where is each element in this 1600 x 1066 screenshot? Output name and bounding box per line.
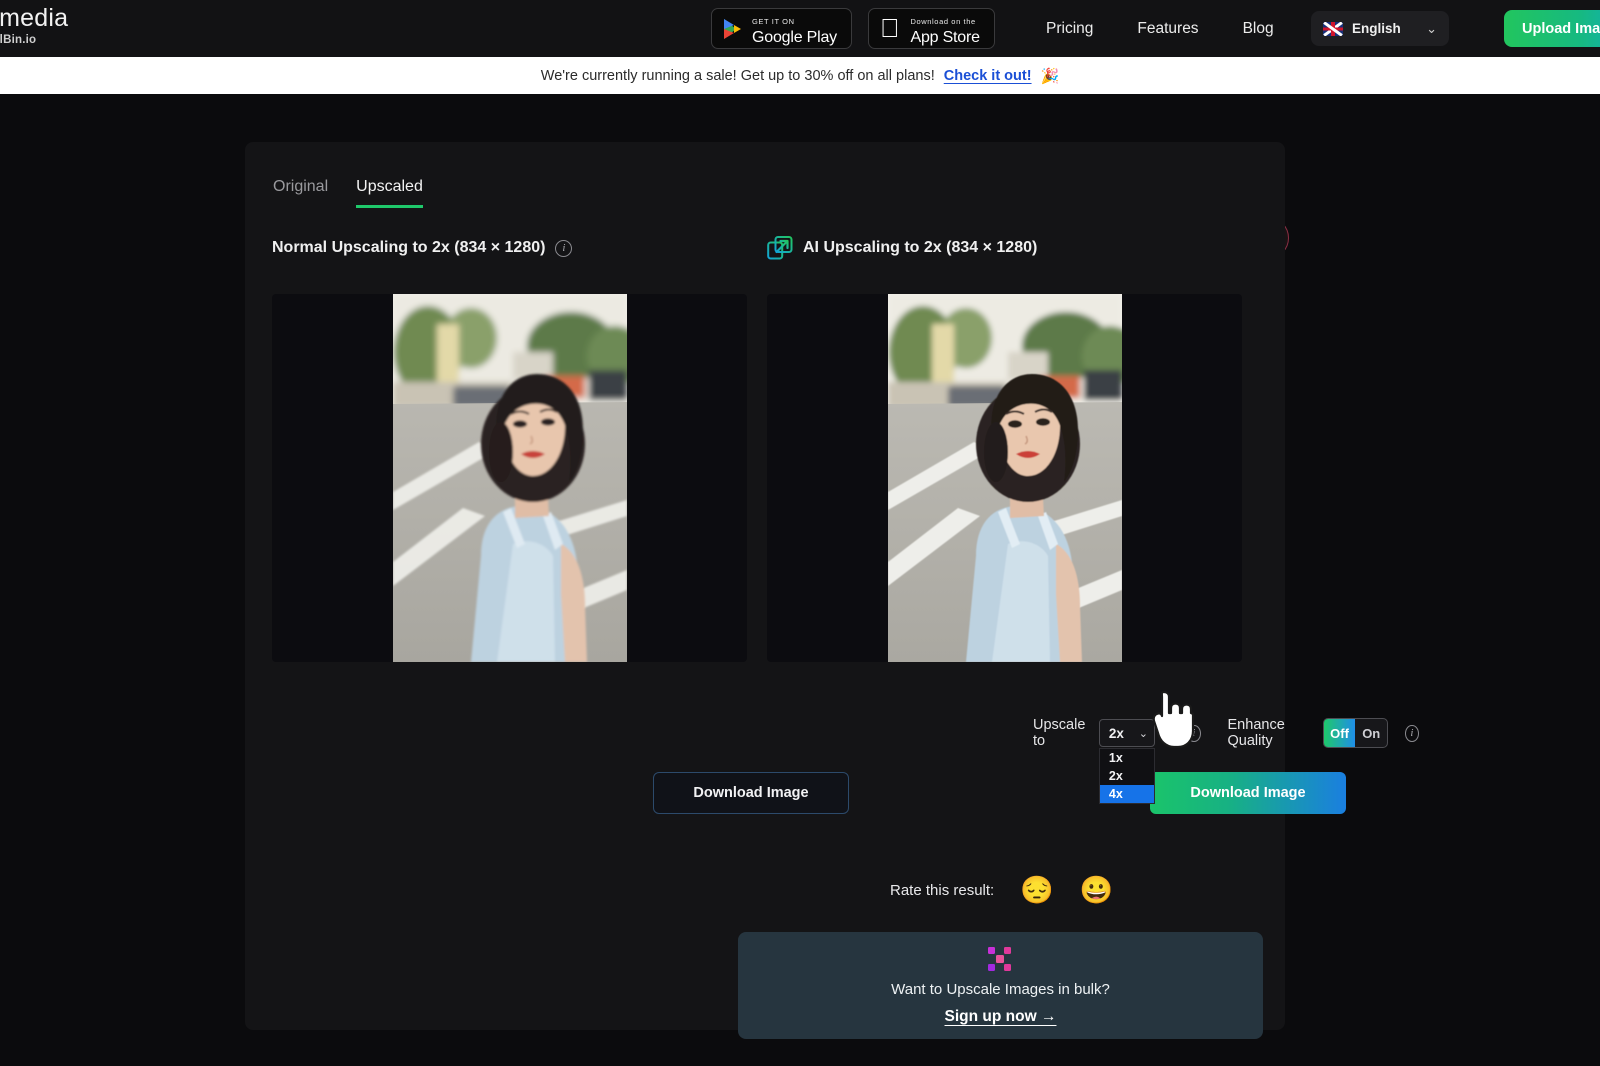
upload-image-button[interactable]: Upload Imag bbox=[1504, 10, 1600, 47]
pixelbin-logo-icon bbox=[987, 947, 1014, 972]
app-store-buttons: GET IT ON Google Play  Download on the … bbox=[711, 8, 995, 49]
info-icon-normal[interactable]: i bbox=[555, 239, 573, 257]
normal-result-image bbox=[392, 294, 627, 662]
page-body: Original Upscaled Normal Upscaling to 2x… bbox=[0, 94, 1600, 1066]
top-navigation-bar: ale.media by PixelBin.io GET IT ON Googl… bbox=[0, 0, 1600, 57]
upload-image-label: Upload Imag bbox=[1522, 20, 1600, 37]
sale-banner-text: We're currently running a sale! Get up t… bbox=[540, 67, 935, 84]
chevron-down-icon: ⌄ bbox=[1426, 20, 1437, 36]
bulk-upscale-card: Want to Upscale Images in bulk? Sign up … bbox=[738, 932, 1263, 1039]
normal-upscaling-header: Normal Upscaling to 2x (834 × 1280) i bbox=[272, 234, 747, 262]
google-play-small-label: GET IT ON bbox=[752, 16, 795, 26]
result-modal: Original Upscaled Normal Upscaling to 2x… bbox=[245, 142, 1419, 1039]
download-normal-button[interactable]: Download Image bbox=[653, 772, 849, 814]
upscale-option-4x[interactable]: 4x bbox=[1099, 785, 1154, 803]
normal-upscaling-column: Normal Upscaling to 2x (834 × 1280) i bbox=[272, 234, 747, 262]
logo-secondary-text: by PixelBin.io bbox=[0, 34, 37, 46]
sale-banner-link[interactable]: Check it out! bbox=[944, 68, 1032, 84]
download-normal-label: Download Image bbox=[693, 785, 809, 801]
chevron-down-icon: ⌄ bbox=[1138, 727, 1148, 740]
rate-happy-emoji[interactable]: 😀 bbox=[1080, 877, 1114, 904]
enhance-toggle-off[interactable]: Off bbox=[1323, 719, 1356, 747]
upscale-controls: Upscale to 2x ⌄ 1x 2x 4x i Enhance Quali… bbox=[1033, 717, 1419, 804]
tab-upscaled[interactable]: Upscaled bbox=[356, 178, 423, 208]
info-icon-upscale[interactable]: i bbox=[1186, 724, 1201, 742]
app-store-large-label: App Store bbox=[890, 28, 980, 46]
nav-link-features[interactable]: Features bbox=[1115, 20, 1220, 38]
upscale-to-label: Upscale to bbox=[1033, 717, 1086, 749]
rate-result-section: Rate this result: 😔 😀 bbox=[890, 877, 1113, 904]
enhance-toggle-on[interactable]: On bbox=[1355, 719, 1387, 747]
ai-upscaling-title: AI Upscaling to 2x (834 × 1280) bbox=[803, 239, 1038, 256]
apple-icon:  bbox=[880, 15, 900, 41]
upscale-select-value: 2x bbox=[1108, 725, 1124, 741]
app-store-small-label: Download on the bbox=[890, 16, 975, 26]
normal-upscaling-title: Normal Upscaling to 2x (834 × 1280) bbox=[272, 239, 546, 256]
google-play-large-label: Google Play bbox=[752, 28, 837, 46]
party-popper-icon: 🎉 bbox=[1040, 67, 1060, 85]
google-play-icon bbox=[723, 18, 743, 40]
ai-upscale-icon bbox=[767, 235, 793, 261]
nav-link-pricing[interactable]: Pricing bbox=[1024, 20, 1115, 38]
app-store-button[interactable]:  Download on the App Store bbox=[867, 8, 995, 49]
nav-link-blog[interactable]: Blog bbox=[1221, 20, 1296, 38]
normal-image-panel bbox=[272, 294, 747, 662]
enhance-quality-label: Enhance Quality bbox=[1227, 717, 1285, 749]
ai-image-panel bbox=[767, 294, 1242, 662]
ai-upscaling-column: AI Upscaling to 2x (834 × 1280) bbox=[767, 234, 1242, 262]
language-selector[interactable]: English ⌄ bbox=[1311, 11, 1449, 46]
site-logo[interactable]: ale.media by PixelBin.io bbox=[0, 6, 68, 47]
uk-flag-icon bbox=[1323, 21, 1343, 36]
language-label: English bbox=[1352, 21, 1401, 36]
google-play-button[interactable]: GET IT ON Google Play bbox=[711, 8, 852, 49]
upscale-option-2x[interactable]: 2x bbox=[1100, 767, 1154, 785]
rate-sad-emoji[interactable]: 😔 bbox=[1020, 877, 1054, 904]
download-ai-label: Download Image bbox=[1190, 785, 1306, 801]
result-tabs: Original Upscaled bbox=[273, 178, 423, 208]
ai-upscaling-header: AI Upscaling to 2x (834 × 1280) bbox=[767, 234, 1242, 262]
upscale-select[interactable]: 2x ⌄ bbox=[1098, 719, 1155, 747]
download-ai-button[interactable]: Download Image bbox=[1150, 772, 1346, 814]
ai-result-image bbox=[887, 294, 1122, 662]
enhance-quality-toggle[interactable]: Off On bbox=[1322, 718, 1389, 748]
sale-banner: We're currently running a sale! Get up t… bbox=[0, 57, 1600, 94]
info-icon-enhance[interactable]: i bbox=[1405, 724, 1419, 742]
upscale-select-wrapper: 2x ⌄ 1x 2x 4x bbox=[1098, 719, 1155, 804]
bulk-card-title: Want to Upscale Images in bulk? bbox=[891, 981, 1110, 998]
upscale-select-menu: 1x 2x 4x bbox=[1098, 748, 1155, 804]
rate-result-label: Rate this result: bbox=[890, 882, 995, 899]
bulk-signup-link[interactable]: Sign up now → bbox=[945, 1008, 1057, 1026]
tab-original[interactable]: Original bbox=[273, 178, 328, 208]
logo-primary-text: ale.media bbox=[0, 4, 69, 32]
nav-links: Pricing Features Blog bbox=[1024, 0, 1296, 57]
upscale-option-1x[interactable]: 1x bbox=[1100, 749, 1154, 767]
